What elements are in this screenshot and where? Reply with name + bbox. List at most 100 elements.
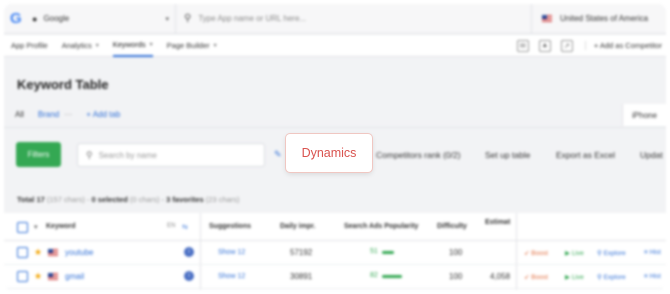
device-selector[interactable]: iPhone [622,104,666,126]
country-selector[interactable]: United States of America [532,4,666,34]
explore-button[interactable]: ⚲ Explore [597,273,626,281]
nav-label: App Profile [11,41,48,50]
us-flag-icon [48,249,58,256]
set-up-table-button[interactable]: Set up table [485,150,530,160]
add-tab-button[interactable]: + Add tab [86,110,120,119]
export-excel-button[interactable]: Export as Excel [556,150,615,160]
keyword-link[interactable]: gmail [65,272,84,281]
page: G ● Google ▾ ⚲ Type App name or URL here… [0,0,670,294]
chevron-down-icon: ▾ [95,43,99,49]
difficulty-value: 100 [449,248,463,257]
history-label: Hist [649,273,661,280]
chevron-down-icon: ▾ [213,43,217,49]
chevron-down-icon: ▾ [165,15,169,23]
nav-analytics[interactable]: Analytics ▾ [62,35,99,57]
country-label: United States of America [560,14,649,23]
column-search-ads-popularity[interactable]: Search Ads Popularity [344,223,418,230]
more-icon[interactable]: ⋯ [64,110,72,119]
mail-icon[interactable]: ✉ [516,39,529,52]
nav-app-profile[interactable]: App Profile [11,35,48,57]
history-label: Hist [649,249,661,256]
main-nav: App Profile Analytics ▾ Keywords ▾ Page Bu… [4,35,666,57]
boost-label: Boost [531,250,548,257]
history-button[interactable]: ≡ Hist [644,273,661,280]
daily-impressions-value: 30891 [290,272,313,281]
live-button[interactable]: ▶ Live [565,249,584,257]
difficulty-value: 100 [449,272,463,281]
column-difficulty[interactable]: Difficulty [437,223,467,230]
chevron-down-icon[interactable]: ▾ [34,223,38,231]
keyword-search-input[interactable]: ⚲ Search by name [77,143,265,167]
row-checkbox[interactable] [17,271,28,282]
add-competitor-button[interactable]: + Add as Competitor [584,41,662,50]
info-icon[interactable]: i [184,247,194,257]
favorites-chars: (23 chars) [205,195,240,204]
edit-icon[interactable]: ✎ [274,149,282,160]
search-icon: ⚲ [184,13,192,24]
favorites-count: 3 favorites [166,195,204,204]
image-icon[interactable]: ▲ [538,39,551,52]
explore-label: Explore [603,274,626,281]
popularity-value: 82 [370,272,378,279]
total-chars: (157 chars) [46,195,85,204]
popularity-value: 51 [370,248,378,255]
selected-count: 0 selected [91,195,128,204]
nav-actions: ✉ ▲ ↗ + Add as Competitor [507,35,666,57]
chevron-down-icon: ▾ [149,42,153,48]
totals-summary: Total 17 (157 chars) · 0 selected (0 cha… [17,195,240,204]
total-count: Total 17 [17,195,45,204]
nav-keywords[interactable]: Keywords ▾ [112,35,153,57]
column-daily-impressions[interactable]: Daily impr. [280,223,315,230]
update-button[interactable]: Updat [640,150,663,160]
explore-button[interactable]: ⚲ Explore [597,249,626,257]
star-icon[interactable]: ★ [34,247,42,258]
selected-chars: (0 chars) [129,195,160,204]
dynamics-button[interactable]: Dynamics [286,134,372,172]
us-flag-icon [48,273,58,280]
live-button[interactable]: ▶ Live [565,273,584,281]
app-search-input[interactable]: ⚲ Type App name or URL here... [176,4,532,34]
select-all-checkbox[interactable] [17,222,28,233]
nav-label: Page Builder [166,41,210,50]
search-icon: ⚲ [86,149,93,160]
tab-all[interactable]: All [15,110,24,119]
keyword-link[interactable]: youtube [65,248,93,257]
boost-button[interactable]: ➶ Boost [524,249,548,257]
boost-button[interactable]: ➶ Boost [524,273,548,281]
live-label: Live [571,274,584,281]
sort-icon[interactable]: EN [167,223,175,229]
popularity-bar [382,251,394,254]
translate-icon[interactable]: ⇆ [182,223,188,231]
boost-label: Boost [531,274,548,281]
store-name: Google [43,14,70,23]
table-header: ▾ Keyword EN ⇆ Suggestions Daily impr. S… [4,213,666,241]
popularity-bar [382,275,402,278]
daily-impressions-value: 57192 [290,248,313,257]
table-row[interactable]: ★ gmail i Show 12 30891 82 100 4,058 ➶ B… [4,265,666,289]
external-link-icon[interactable]: ↗ [560,39,573,52]
page-title: Keyword Table [17,77,109,92]
column-suggestions[interactable]: Suggestions [209,223,251,230]
keyword-tabs: All Brand ⋯ + Add tab iPhone [4,102,666,128]
us-flag-icon [542,15,552,22]
explore-label: Explore [603,250,626,257]
show-suggestions-link[interactable]: Show 12 [218,273,245,280]
filters-button[interactable]: Filters [16,142,61,167]
history-button[interactable]: ≡ Hist [644,249,661,256]
store-selector[interactable]: G ● Google ▾ [4,4,176,34]
nav-label: Analytics [61,41,92,50]
keyword-table: ▾ Keyword EN ⇆ Suggestions Daily impr. S… [4,213,666,290]
table-row[interactable]: ★ youtube i Show 12 57192 51 100 ➶ Boost… [4,241,666,265]
google-logo-icon: G [10,10,22,27]
show-suggestions-link[interactable]: Show 12 [218,249,245,256]
column-estimated[interactable]: Estimat [485,219,510,226]
row-checkbox[interactable] [17,247,28,258]
column-keyword[interactable]: Keyword [46,223,76,230]
info-icon[interactable]: i [184,271,194,281]
star-icon[interactable]: ★ [34,271,42,282]
nav-page-builder[interactable]: Page Builder ▾ [167,35,217,57]
competitors-rank-button[interactable]: Competitors rank (0/2) [376,150,461,160]
tab-brand[interactable]: Brand ⋯ [38,110,72,119]
tab-brand-label: Brand [37,110,60,119]
apple-icon: ● [32,13,38,24]
